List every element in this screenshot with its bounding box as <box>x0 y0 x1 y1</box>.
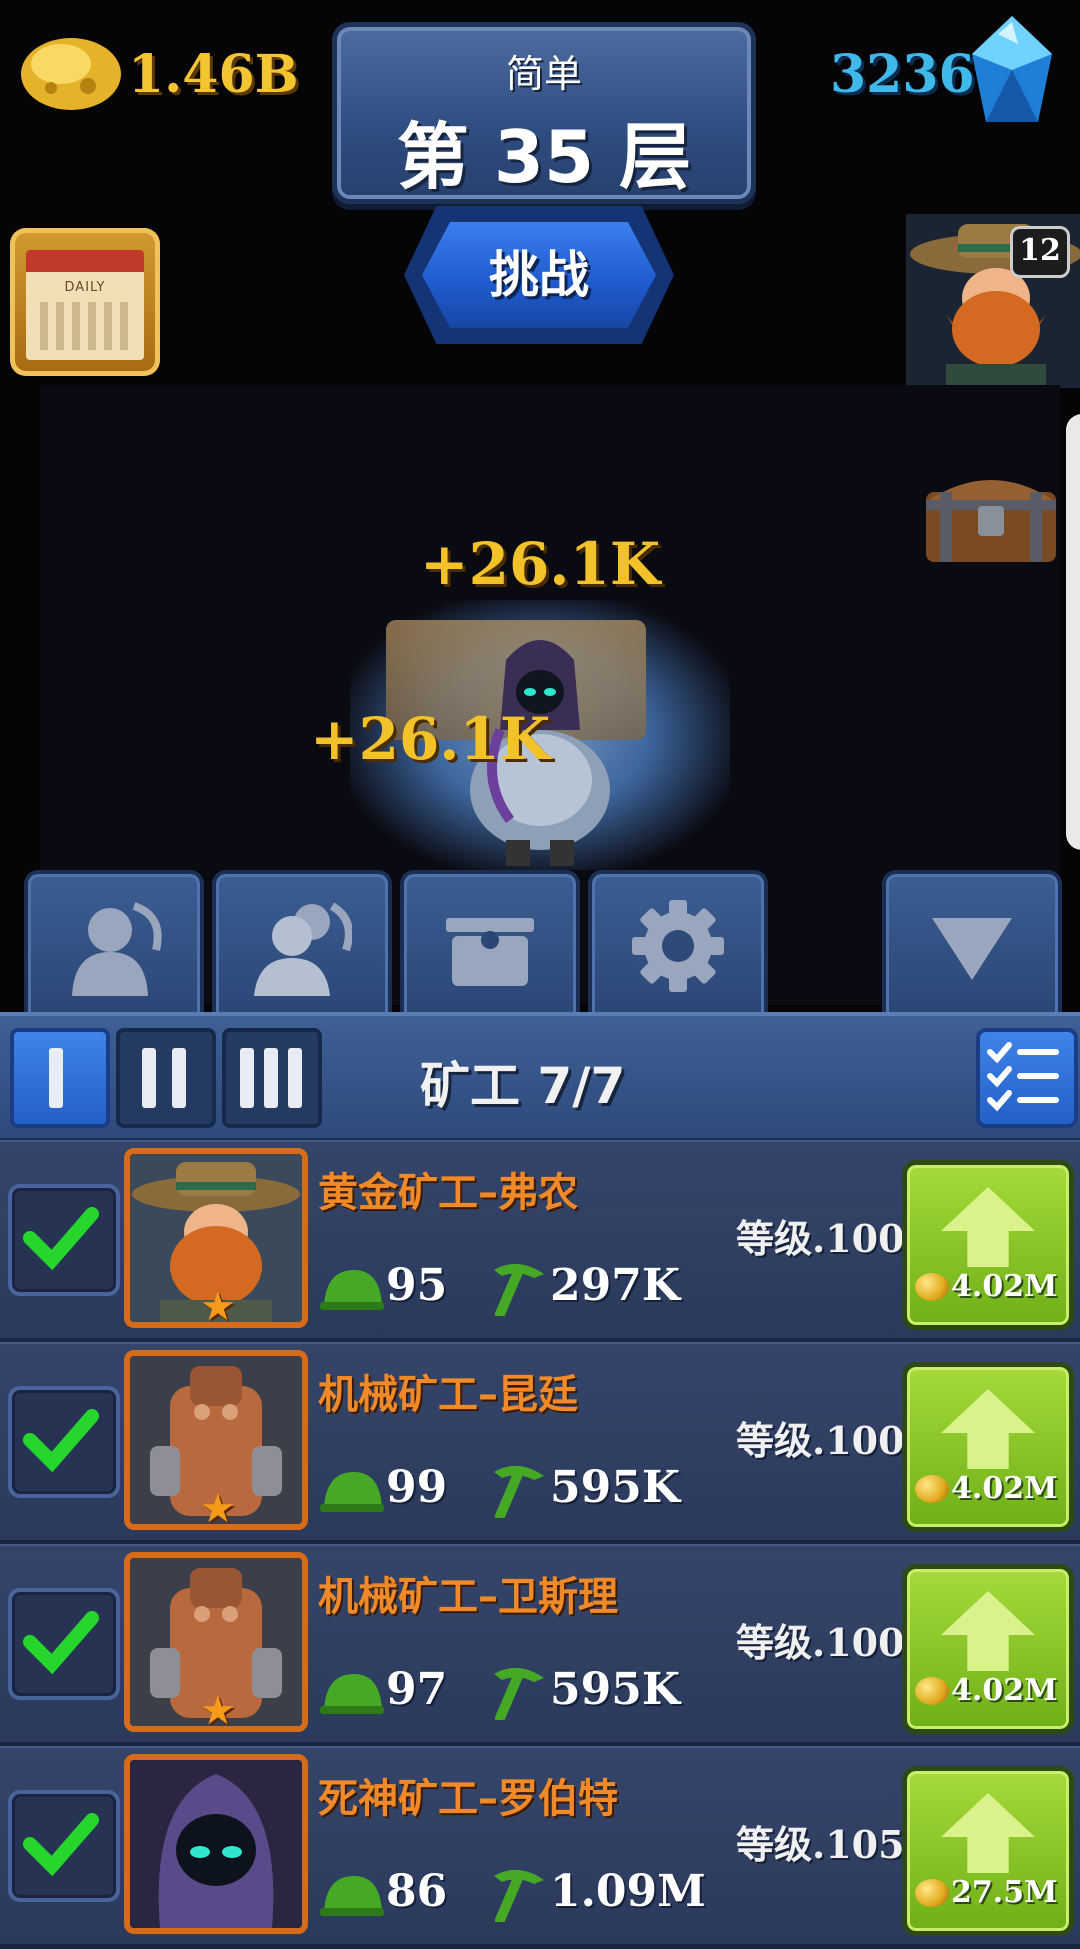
floor-label: 第 35 层 <box>396 115 692 199</box>
miner-row: ★ 黄金矿工–弗农 95 297K 等级.100 4.02M <box>0 1140 1080 1343</box>
miner-row: ★ 机械矿工–昆廷 99 595K 等级.100 4.02M <box>0 1342 1080 1545</box>
star-icon: ★ <box>200 1486 236 1530</box>
miner-checkbox[interactable] <box>8 1184 120 1296</box>
reward-popup: +26.1K <box>420 530 661 598</box>
gold-coin-icon <box>915 1273 949 1301</box>
gold-coin-icon <box>915 1475 949 1503</box>
miner-level: 等级.105 <box>736 1822 905 1867</box>
gold-nugget-icon <box>21 38 121 110</box>
checkmark-icon <box>23 1207 99 1271</box>
up-arrow-icon <box>941 1591 1035 1671</box>
tab-settings[interactable] <box>588 870 768 1016</box>
pickaxe-icon <box>494 1869 544 1922</box>
challenge-button[interactable]: 挑战 <box>404 206 674 344</box>
helmet-stat: 97 <box>386 1664 448 1715</box>
star-icon: ★ <box>200 1688 236 1732</box>
upgrade-button[interactable]: 4.02M <box>902 1362 1074 1532</box>
calendar-icon: DAILY <box>26 250 144 360</box>
miner-level: 等级.100 <box>736 1418 905 1463</box>
upgrade-cost: 4.02M <box>951 1471 1058 1506</box>
dwarf-level-badge: 12 <box>1010 226 1070 278</box>
chest-icon <box>926 480 1056 562</box>
miner-name: 死神矿工–罗伯特 <box>318 1776 618 1822</box>
upgrade-cost: 27.5M <box>951 1875 1058 1910</box>
helmet-icon <box>320 1674 384 1714</box>
tab-tier-3[interactable] <box>222 1028 322 1128</box>
tab-tier-2[interactable] <box>116 1028 216 1128</box>
miner-checkbox[interactable] <box>8 1790 120 1902</box>
miner-name: 黄金矿工–弗农 <box>318 1170 578 1216</box>
collapse-panel-button[interactable] <box>882 870 1062 1016</box>
tab-chest[interactable] <box>400 870 580 1016</box>
miner-level: 等级.100 <box>736 1216 905 1261</box>
side-pull-tab[interactable] <box>1066 414 1080 850</box>
checklist-button[interactable] <box>976 1028 1078 1128</box>
miner-row: ★ 机械矿工–卫斯理 97 595K 等级.100 4.02M <box>0 1544 1080 1747</box>
miner-row: 死神矿工–罗伯特 86 1.09M 等级.105 27.5M <box>0 1746 1080 1949</box>
pickaxe-icon <box>494 1667 544 1720</box>
checklist-icon <box>987 1042 1059 1112</box>
up-arrow-icon <box>941 1389 1035 1469</box>
blue-crystal-icon <box>972 16 1052 122</box>
miner-portrait[interactable]: ★ <box>124 1350 308 1530</box>
pickaxe-icon <box>494 1263 544 1316</box>
upgrade-button[interactable]: 4.02M <box>902 1160 1074 1330</box>
tab-tier-1[interactable] <box>10 1028 110 1128</box>
treasure-chest-button[interactable] <box>920 462 1062 566</box>
gold-coin-icon <box>915 1677 949 1705</box>
gold-amount: 1.46B <box>128 44 299 105</box>
pickaxe-stat: 1.09M <box>550 1866 706 1917</box>
star-icon: ★ <box>200 1284 236 1328</box>
miner-portrait[interactable]: ★ <box>124 1148 308 1328</box>
pickaxe-stat: 297K <box>550 1260 681 1311</box>
reaper-miner-portrait-icon <box>130 1760 302 1928</box>
gem-counter <box>968 14 1056 130</box>
helmet-icon <box>320 1472 384 1512</box>
gem-amount: 3236 <box>830 44 975 105</box>
helmet-stat: 86 <box>386 1866 448 1917</box>
checkmark-icon <box>23 1611 99 1675</box>
pickaxe-stat: 595K <box>550 1664 681 1715</box>
upgrade-cost: 4.02M <box>951 1673 1058 1708</box>
miner-name: 机械矿工–卫斯理 <box>318 1574 618 1620</box>
challenge-label: 挑战 <box>422 222 656 328</box>
gear-icon <box>632 900 724 992</box>
miner-checkbox[interactable] <box>8 1386 120 1498</box>
multi-miner-icon <box>254 902 352 996</box>
up-arrow-icon <box>941 1793 1035 1873</box>
reward-popup: +26.1K <box>310 705 551 773</box>
helmet-icon <box>320 1876 384 1916</box>
up-arrow-icon <box>941 1187 1035 1267</box>
upgrade-button[interactable]: 4.02M <box>902 1564 1074 1734</box>
chest-tab-icon <box>446 918 534 986</box>
helmet-stat: 99 <box>386 1462 448 1513</box>
checkmark-icon <box>23 1409 99 1473</box>
miner-name: 机械矿工–昆廷 <box>318 1372 578 1418</box>
tab-multi-miner[interactable] <box>212 870 392 1016</box>
checkmark-icon <box>23 1813 99 1877</box>
gold-counter <box>16 26 126 116</box>
gold-coin-icon <box>915 1879 949 1907</box>
collapse-arrow-icon <box>932 918 1012 980</box>
helmet-icon <box>320 1270 384 1310</box>
helmet-stat: 95 <box>386 1260 448 1311</box>
pickaxe-stat: 595K <box>550 1462 681 1513</box>
upgrade-button[interactable]: 27.5M <box>902 1766 1074 1936</box>
floor-plate: 简单 第 35 层 <box>332 22 756 204</box>
pickaxe-icon <box>494 1465 544 1518</box>
tab-single-miner[interactable] <box>24 870 204 1016</box>
miner-portrait[interactable] <box>124 1754 308 1934</box>
miner-count-label: 矿工 7/7 <box>420 1057 626 1115</box>
miner-portrait[interactable]: ★ <box>124 1552 308 1732</box>
difficulty-label: 简单 <box>505 52 582 96</box>
upgrade-cost: 4.02M <box>951 1269 1058 1304</box>
miner-level: 等级.100 <box>736 1620 905 1665</box>
single-miner-icon <box>72 902 162 996</box>
daily-calendar-button[interactable]: DAILY <box>10 228 160 376</box>
miner-checkbox[interactable] <box>8 1588 120 1700</box>
